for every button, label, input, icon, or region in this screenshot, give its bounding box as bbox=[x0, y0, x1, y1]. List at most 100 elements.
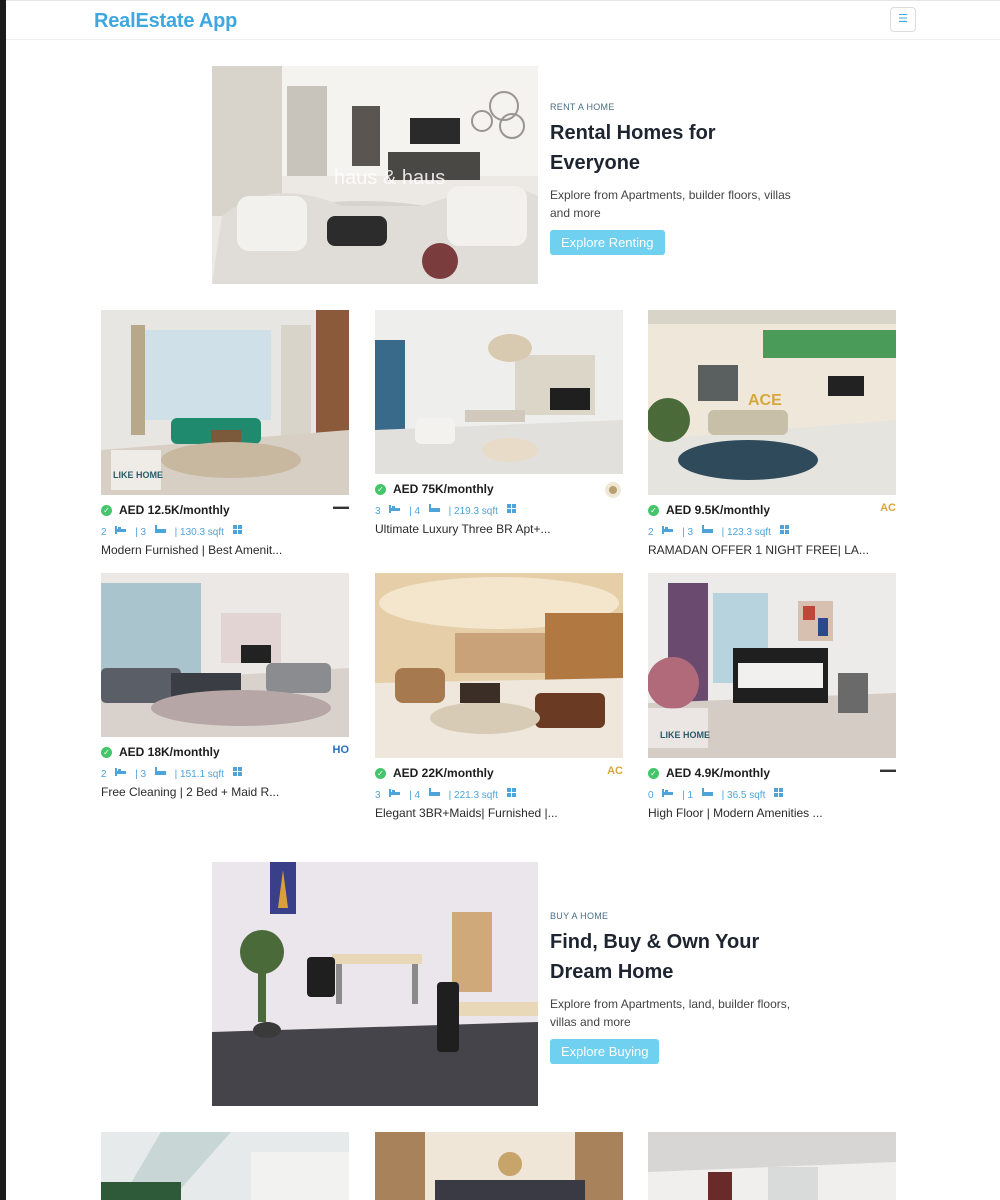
bath-icon bbox=[428, 785, 440, 805]
area-grid-icon bbox=[232, 764, 242, 784]
baths-count: | 3 bbox=[135, 768, 147, 780]
listing-card[interactable]: LIKE HOME ✓ AED 4.9K/monthly ▬▬ 0 | 1 | … bbox=[648, 573, 896, 821]
agency-logo: AC bbox=[607, 765, 623, 777]
baths-count: | 1 bbox=[682, 789, 694, 801]
buy-section-text: BUY A HOME Find, Buy & Own Your Dream Ho… bbox=[550, 862, 800, 1064]
area-value: | 130.3 sqft bbox=[174, 526, 224, 538]
listing-meta: 3 | 4 | 221.3 sqft bbox=[375, 785, 623, 805]
buy-description: Explore from Apartments, land, builder f… bbox=[550, 997, 791, 1029]
rent-title: Rental Homes for Everyone bbox=[550, 122, 716, 174]
area-grid-icon bbox=[779, 522, 789, 542]
agency-logo: ▬▬ bbox=[333, 502, 349, 511]
verified-check-icon: ✓ bbox=[375, 484, 386, 495]
baths-count: | 3 bbox=[682, 526, 694, 538]
listing-image[interactable]: ACE bbox=[648, 310, 896, 495]
bath-icon bbox=[701, 522, 713, 542]
beds-count: 3 bbox=[375, 505, 381, 517]
listing-card[interactable]: LIKE HOME ✓ AED 12.5K/monthly ▬▬ 2 | 3 |… bbox=[101, 310, 349, 558]
listing-watermark: LIKE HOME bbox=[113, 470, 163, 480]
rent-section-image: haus & haus bbox=[212, 66, 538, 284]
listing-price: AED 22K/monthly bbox=[393, 766, 494, 780]
listing-meta: 2 | 3 | 130.3 sqft bbox=[101, 522, 349, 542]
beds-count: 2 bbox=[101, 526, 107, 538]
area-value: | 123.3 sqft bbox=[721, 526, 771, 538]
agency-logo: AC bbox=[880, 502, 896, 514]
verified-check-icon: ✓ bbox=[648, 768, 659, 779]
rent-section-text: RENT A HOME Rental Homes for Everyone Ex… bbox=[550, 66, 800, 255]
rent-section: haus & haus RENT A HOME Rental Homes for… bbox=[212, 66, 812, 284]
bath-icon bbox=[154, 764, 166, 784]
brand-logo[interactable]: RealEstate App bbox=[94, 10, 237, 33]
listing-image[interactable] bbox=[375, 1132, 623, 1200]
agency-logo: HO bbox=[332, 744, 350, 756]
verified-check-icon: ✓ bbox=[648, 505, 659, 516]
beds-count: 2 bbox=[101, 768, 107, 780]
listing-image[interactable] bbox=[648, 1132, 896, 1200]
window-edge bbox=[0, 0, 6, 1200]
listing-card[interactable]: ✓ AED 75K/monthly 3 | 4 | 219.3 sqft Ult… bbox=[375, 310, 623, 537]
area-value: | 219.3 sqft bbox=[448, 505, 498, 517]
listing-price: AED 12.5K/monthly bbox=[119, 503, 230, 517]
bath-icon bbox=[428, 501, 440, 521]
rent-description: Explore from Apartments, builder floors,… bbox=[550, 188, 791, 220]
baths-count: | 4 bbox=[409, 789, 421, 801]
listing-meta: 2 | 3 | 151.1 sqft bbox=[101, 764, 349, 784]
listing-title[interactable]: Ultimate Luxury Three BR Apt+... bbox=[375, 521, 623, 537]
listing-image[interactable] bbox=[101, 573, 349, 737]
listing-price: AED 4.9K/monthly bbox=[666, 766, 771, 780]
listing-title[interactable]: RAMADAN OFFER 1 NIGHT FREE| LA... bbox=[648, 542, 896, 558]
bed-icon bbox=[662, 785, 674, 805]
rent-eyebrow: RENT A HOME bbox=[550, 102, 615, 112]
listing-meta: 0 | 1 | 36.5 sqft bbox=[648, 785, 896, 805]
buy-eyebrow: BUY A HOME bbox=[550, 911, 609, 921]
listing-card[interactable] bbox=[375, 1132, 623, 1200]
bed-icon bbox=[115, 522, 127, 542]
baths-count: | 3 bbox=[135, 526, 147, 538]
listing-card[interactable]: ✓ AED 18K/monthly HO 2 | 3 | 151.1 sqft … bbox=[101, 573, 349, 800]
explore-buying-button[interactable]: Explore Buying bbox=[550, 1039, 660, 1064]
menu-toggle-button[interactable]: ☰ bbox=[890, 7, 916, 32]
listing-image[interactable] bbox=[101, 1132, 349, 1200]
listing-image[interactable] bbox=[375, 573, 623, 758]
area-grid-icon bbox=[506, 785, 516, 805]
beds-count: 0 bbox=[648, 789, 654, 801]
agency-logo: ▬▬ bbox=[880, 765, 896, 774]
listing-card[interactable] bbox=[101, 1132, 349, 1200]
listing-title[interactable]: Free Cleaning | 2 Bed + Maid R... bbox=[101, 784, 349, 800]
listing-card[interactable]: ✓ AED 22K/monthly AC 3 | 4 | 221.3 sqft … bbox=[375, 573, 623, 821]
listing-watermark: LIKE HOME bbox=[660, 730, 710, 740]
haus-watermark: haus & haus bbox=[334, 167, 445, 189]
bath-icon bbox=[154, 522, 166, 542]
bed-icon bbox=[662, 522, 674, 542]
listing-image[interactable] bbox=[375, 310, 623, 474]
buy-title: Find, Buy & Own Your Dream Home bbox=[550, 931, 760, 983]
navbar: RealEstate App ☰ bbox=[6, 0, 1000, 40]
area-grid-icon bbox=[232, 522, 242, 542]
bed-icon bbox=[389, 785, 401, 805]
listing-title[interactable]: High Floor | Modern Amenities ... bbox=[648, 805, 896, 821]
listing-title[interactable]: Modern Furnished | Best Amenit... bbox=[101, 542, 349, 558]
area-grid-icon bbox=[506, 501, 516, 521]
explore-renting-button[interactable]: Explore Renting bbox=[550, 230, 665, 255]
listing-title[interactable]: Elegant 3BR+Maids| Furnished |... bbox=[375, 805, 623, 821]
verified-check-icon: ✓ bbox=[101, 747, 112, 758]
bed-icon bbox=[389, 501, 401, 521]
listing-image[interactable]: LIKE HOME bbox=[101, 310, 349, 495]
hamburger-menu-icon: ☰ bbox=[898, 13, 908, 25]
area-value: | 36.5 sqft bbox=[721, 789, 766, 801]
listing-card[interactable] bbox=[648, 1132, 896, 1200]
bed-icon bbox=[115, 764, 127, 784]
listing-meta: 2 | 3 | 123.3 sqft bbox=[648, 522, 896, 542]
agency-logo bbox=[603, 481, 623, 502]
listing-image[interactable]: LIKE HOME bbox=[648, 573, 896, 758]
listing-card[interactable]: ACE ✓ AED 9.5K/monthly AC 2 | 3 | 123.3 … bbox=[648, 310, 896, 558]
area-value: | 151.1 sqft bbox=[174, 768, 224, 780]
beds-count: 2 bbox=[648, 526, 654, 538]
listing-price: AED 75K/monthly bbox=[393, 482, 494, 496]
bath-icon bbox=[701, 785, 713, 805]
listing-watermark: ACE bbox=[748, 392, 782, 409]
area-grid-icon bbox=[774, 785, 784, 805]
buy-section-image bbox=[212, 862, 538, 1106]
verified-check-icon: ✓ bbox=[101, 505, 112, 516]
listing-price: AED 9.5K/monthly bbox=[666, 503, 771, 517]
